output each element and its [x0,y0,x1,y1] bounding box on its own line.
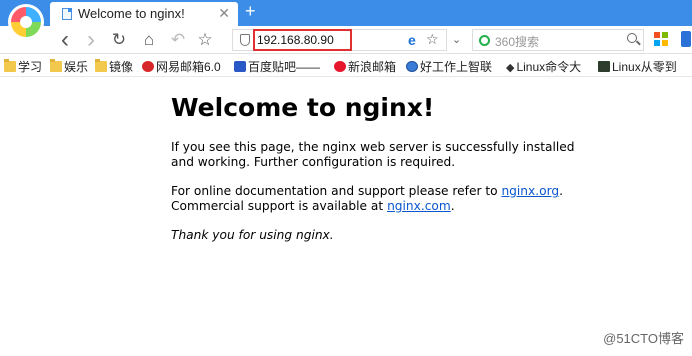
page-title: Welcome to nginx! [171,93,435,122]
bookmark-sina-mail[interactable]: 新浪邮箱 [334,58,396,75]
extension-icon[interactable] [681,31,691,47]
new-tab-icon[interactable]: + [245,1,256,22]
folder-icon [4,59,16,72]
bookmark-star-icon[interactable]: ☆ [426,31,439,48]
nginx-org-link[interactable]: nginx.org [501,184,559,198]
page-icon [62,8,72,20]
thanks-text: Thank you for using nginx. [171,228,334,242]
url-input[interactable]: 192.168.80.90 [257,33,334,47]
apps-icon[interactable] [654,32,668,46]
folder-icon [50,59,62,72]
browser-logo-icon[interactable] [8,4,44,40]
bookmark-baidu-tieba[interactable]: 百度贴吧—— [234,58,320,75]
tab-strip: Welcome to nginx! ✕ + [0,0,692,26]
undo-icon[interactable]: ↶ [167,29,189,51]
favorite-star-icon[interactable]: ☆ [194,29,216,51]
home-icon[interactable]: ⌂ [138,29,160,51]
bookmark-study[interactable]: 学习 [4,58,42,75]
close-icon[interactable]: ✕ [218,5,230,22]
search-icon[interactable] [627,33,637,43]
docs-paragraph: For online documentation and support ple… [171,184,563,213]
bookmark-netease-mail[interactable]: 网易邮箱6.0 [142,58,221,75]
tab-title: Welcome to nginx! [78,6,185,21]
netease-icon [142,61,154,72]
intro-paragraph: If you see this page, the nginx web serv… [171,140,575,169]
bookmark-entertainment[interactable]: 娱乐 [50,58,88,75]
ie-mode-icon[interactable]: e [408,32,416,48]
shield-icon [240,34,250,46]
tab-welcome-nginx[interactable]: Welcome to nginx! ✕ [50,2,238,26]
watermark: @51CTO博客 [603,331,684,346]
search-engine-icon [479,35,490,46]
bookmarks-bar: 学习 娱乐 镜像 网易邮箱6.0 百度贴吧—— 新浪邮箱 好工作上智联 ◆ Lin… [0,55,692,77]
search-input[interactable]: 360搜索 [495,33,539,50]
address-bar[interactable]: 192.168.80.90 e ☆ [232,29,447,51]
baidu-icon [234,61,246,72]
back-icon[interactable]: ‹ [54,26,76,53]
forward-icon[interactable]: › [80,26,102,53]
bookmark-zhilian[interactable]: 好工作上智联 [406,58,492,75]
weibo-icon [334,61,346,72]
chevron-down-icon[interactable]: ⌄ [452,33,461,46]
linux-book-icon [598,61,610,72]
reload-icon[interactable]: ↻ [108,29,130,51]
bookmark-mirror[interactable]: 镜像 [95,58,133,75]
bookmark-linux-zero[interactable]: Linux从零到 [598,58,677,75]
toolbar: ‹ › ↻ ⌂ ↶ ☆ 192.168.80.90 e ☆ 360搜索 [0,26,692,54]
page-content: Welcome to nginx! If you see this page, … [171,92,591,257]
zhilian-icon [406,61,418,72]
penguin-icon: ◆ [506,62,515,74]
nginx-com-link[interactable]: nginx.com [387,199,451,213]
search-box[interactable]: 360搜索 [472,29,644,51]
bookmark-linux-commands[interactable]: ◆ Linux命令大 [506,58,581,75]
folder-icon [95,59,107,72]
